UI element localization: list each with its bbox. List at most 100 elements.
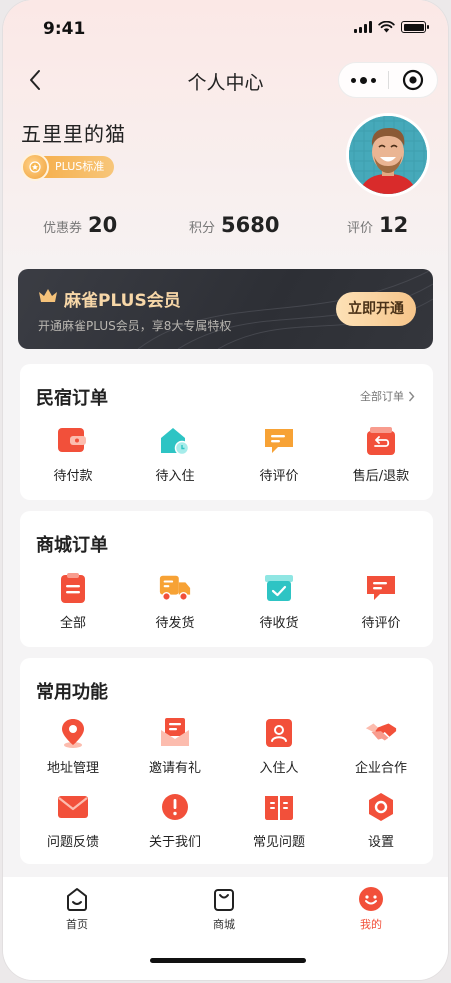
mall-orders-title: 商城订单 [36,535,108,556]
plus-card-description: 开通麻雀PLUS会员，享8大专属特权 [38,319,232,333]
bottom-tab-bar: 首页 商城 我的 [3,877,448,980]
plus-level-badge[interactable]: PLUS标准 [21,153,115,181]
info-alert-icon [158,790,192,824]
wifi-icon [378,21,395,33]
all-orders-label: 全部订单 [360,390,404,403]
stat-coupons[interactable]: 优惠券 20 [43,213,117,237]
stat-value: 5680 [221,213,280,237]
mini-program-capsule [338,62,438,98]
battery-icon [401,21,429,33]
more-button[interactable] [339,63,388,97]
tab-home[interactable]: 首页 [37,885,117,932]
function-label: 问题反馈 [46,835,99,850]
open-plus-button[interactable]: 立即开通 [336,292,416,326]
stat-value: 12 [379,213,409,237]
stat-label: 评价 [347,221,374,236]
order-label: 待评价 [361,616,401,631]
function-label: 地址管理 [46,761,99,776]
clipboard-icon [56,571,90,605]
function-label: 关于我们 [148,835,201,850]
signal-icon [354,21,372,33]
user-stats: 优惠券 20 积分 5680 评价 12 [3,213,448,249]
function-faq[interactable]: 常见问题 [229,790,329,850]
order-label: 待付款 [53,469,93,484]
crown-icon [39,289,57,302]
home-smile-icon [67,888,87,911]
function-settings[interactable]: 设置 [331,790,431,850]
tab-mall[interactable]: 商城 [184,885,264,932]
status-time: 9:41 [43,19,86,39]
stat-value: 20 [88,213,118,237]
tab-mine[interactable]: 我的 [331,885,411,932]
function-address[interactable]: 地址管理 [23,716,123,776]
back-button[interactable] [21,66,49,94]
function-business[interactable]: 企业合作 [331,716,431,776]
medal-icon [21,153,49,181]
mall-order-all[interactable]: 全部 [23,571,123,631]
box-check-icon [262,571,296,605]
order-label: 待收货 [259,616,299,631]
handshake-icon [364,716,398,750]
chevron-right-icon [408,391,415,401]
truck-icon [158,571,192,605]
shopping-bag-icon [214,889,234,911]
common-functions-title: 常用功能 [36,682,108,703]
tab-label: 商城 [213,918,235,931]
function-feedback[interactable]: 问题反馈 [23,790,123,850]
comment-icon [364,571,398,605]
chevron-left-icon [30,70,40,90]
stat-reviews[interactable]: 评价 12 [347,213,408,237]
function-label: 企业合作 [354,761,407,776]
function-invite[interactable]: 邀请有礼 [125,716,225,776]
function-label: 设置 [367,835,394,850]
order-pending-checkin[interactable]: 待入住 [125,424,225,484]
plus-membership-card[interactable]: 麻雀PLUS会员 开通麻雀PLUS会员，享8大专属特权 立即开通 [18,269,433,349]
common-functions-card: 常用功能 地址管理 邀请有礼 入住人 企业合作 问题反馈 关于我们 常见问题 设… [20,658,433,864]
home-indicator [150,958,306,963]
house-clock-icon [158,424,192,458]
tab-label: 我的 [360,918,382,931]
close-button[interactable] [389,63,437,97]
user-name: 五里里的猫 [21,122,126,146]
order-pending-payment[interactable]: 待付款 [23,424,123,484]
order-label: 待发货 [155,616,195,631]
tab-label: 首页 [66,918,88,931]
stat-label: 优惠券 [43,221,83,236]
all-orders-link[interactable]: 全部订单 [360,388,415,404]
target-close-icon [402,69,424,91]
envelope-gift-icon [158,716,192,750]
function-guests[interactable]: 入住人 [229,716,329,776]
plus-badge-label: PLUS标准 [41,156,115,178]
refund-icon [364,424,398,458]
function-label: 入住人 [259,761,299,776]
mall-order-pending-review[interactable]: 待评价 [331,571,431,631]
order-label: 全部 [59,616,86,631]
location-pin-icon [56,716,90,750]
homestay-orders-title: 民宿订单 [36,388,108,409]
function-label: 邀请有礼 [148,761,201,776]
profile-smile-icon [359,887,383,911]
plus-card-title: 麻雀PLUS会员 [64,291,181,311]
navigation-bar: 个人中心 [3,60,448,100]
more-dots-icon [351,77,356,83]
function-about[interactable]: 关于我们 [125,790,225,850]
wallet-icon [56,424,90,458]
stat-points[interactable]: 积分 5680 [189,213,279,237]
person-card-icon [262,716,296,750]
phone-frame: 9:41 个人中心 五里里的猫 PLUS标准 优惠券 20 积分 5680 评价… [3,0,448,980]
book-icon [262,790,296,824]
order-label: 待入住 [155,469,195,484]
mall-order-pending-shipment[interactable]: 待发货 [125,571,225,631]
mall-order-pending-receipt[interactable]: 待收货 [229,571,329,631]
stat-label: 积分 [189,221,216,236]
avatar[interactable] [346,113,430,197]
order-pending-review[interactable]: 待评价 [229,424,329,484]
status-bar: 9:41 [3,0,448,56]
order-label: 待评价 [259,469,299,484]
avatar-photo [349,116,427,194]
order-label: 售后/退款 [352,469,410,484]
order-refund[interactable]: 售后/退款 [331,424,431,484]
status-icons [354,21,429,33]
comment-icon [262,424,296,458]
homestay-orders-card: 民宿订单 全部订单 待付款 待入住 待评价 售后/退款 [20,364,433,500]
